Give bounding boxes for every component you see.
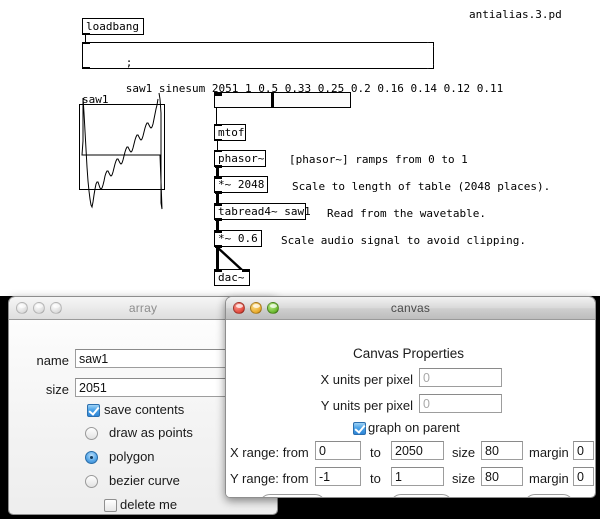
canvas-window-body: Canvas Properties X units per pixel 0 Y … — [226, 320, 595, 497]
message-inlet — [83, 42, 90, 44]
y-margin-label: margin — [529, 471, 569, 486]
canvas-properties-window[interactable]: canvas Canvas Properties X units per pix… — [225, 296, 596, 498]
minimize-button-icon[interactable] — [33, 302, 45, 314]
canvas-window-titlebar[interactable]: canvas — [226, 297, 595, 320]
close-button-icon[interactable] — [16, 302, 28, 314]
y-range-label: Y range: from — [230, 471, 309, 486]
x-units-per-pixel-input[interactable]: 0 — [419, 368, 502, 387]
save-contents-checkbox[interactable] — [87, 404, 100, 417]
graph-on-parent-checkbox[interactable] — [353, 422, 366, 435]
polygon-radio[interactable] — [85, 451, 98, 464]
polygon-label: polygon — [109, 449, 155, 464]
x-units-per-pixel-label: X units per pixel — [320, 372, 414, 387]
zoom-button-icon[interactable] — [267, 302, 279, 314]
phasor-inlet — [215, 150, 222, 152]
object-tabread4[interactable]: tabread4~ saw1 — [214, 203, 311, 220]
horizontal-slider-pitch[interactable] — [214, 92, 351, 108]
y-margin-input[interactable]: 0 — [573, 467, 594, 486]
draw-as-points-label: draw as points — [109, 425, 193, 440]
y-range-from-input[interactable]: -1 — [315, 467, 361, 486]
array-waveform-plot — [81, 92, 163, 210]
bezier-curve-radio[interactable] — [85, 475, 98, 488]
x-range-to-label: to — [370, 445, 381, 460]
comment-phasor-range: [phasor~] ramps from 0 to 1 — [289, 153, 468, 166]
screen: antialias.3.pd loadbang ; saw1 sinesum 2… — [0, 0, 600, 519]
canvas-window-traffic-lights[interactable] — [233, 302, 279, 314]
y-range-to-label: to — [370, 471, 381, 486]
object-loadbang[interactable]: loadbang — [82, 18, 144, 35]
cord-slider-to-mtof — [216, 108, 217, 125]
array-size-label: size — [45, 382, 69, 397]
graph-on-parent-label: graph on parent — [368, 420, 460, 435]
minimize-button-icon[interactable] — [250, 302, 262, 314]
bezier-curve-label: bezier curve — [109, 473, 180, 488]
delete-me-checkbox[interactable] — [104, 499, 117, 512]
mult2048-inlet — [215, 176, 222, 179]
array-window-traffic-lights[interactable] — [16, 302, 62, 314]
pd-patch-canvas[interactable]: antialias.3.pd loadbang ; saw1 sinesum 2… — [0, 0, 600, 296]
message-outlet — [83, 67, 90, 69]
message-box-sinesum[interactable]: ; saw1 sinesum 2051 1 0.5 0.33 0.25 0.2 … — [82, 42, 503, 95]
x-margin-label: margin — [529, 445, 569, 460]
array-name-label: name — [36, 353, 69, 368]
x-size-label: size — [452, 445, 476, 460]
object-multiply-2048[interactable]: *~ 2048 — [214, 176, 268, 193]
y-units-per-pixel-input[interactable]: 0 — [419, 394, 502, 413]
x-range-label: X range: from — [230, 445, 309, 460]
mult06-inlet — [215, 230, 222, 233]
dac-inlet-right — [242, 269, 249, 272]
mtof-inlet — [215, 124, 222, 126]
x-margin-input[interactable]: 0 — [573, 441, 594, 460]
delete-me-label: delete me — [120, 497, 178, 512]
draw-as-points-radio[interactable] — [85, 427, 98, 440]
canvas-cancel-button[interactable]: Cancel — [259, 494, 326, 497]
slider-inlet-nub — [215, 93, 222, 96]
comment-scale-audio: Scale audio signal to avoid clipping. — [281, 234, 527, 247]
array-window-title: array — [128, 301, 158, 315]
comment-read-wavetable: Read from the wavetable. — [327, 207, 486, 220]
close-button-icon[interactable] — [233, 302, 245, 314]
y-range-to-input[interactable]: 1 — [391, 467, 444, 486]
zoom-button-icon[interactable] — [50, 302, 62, 314]
canvas-window-title: canvas — [390, 301, 431, 315]
canvas-ok-button[interactable]: OK — [524, 494, 574, 497]
patch-filename-label: antialias.3.pd — [469, 8, 562, 21]
array-graph-saw1[interactable] — [79, 92, 165, 210]
canvas-apply-button[interactable]: Apply — [390, 494, 453, 497]
y-units-per-pixel-label: Y units per pixel — [320, 398, 413, 413]
message-line-1: ; — [125, 56, 133, 69]
x-range-to-input[interactable]: 2050 — [391, 441, 444, 460]
canvas-properties-heading: Canvas Properties — [353, 346, 465, 361]
tabread-inlet — [215, 203, 222, 206]
x-size-input[interactable]: 80 — [481, 441, 523, 460]
x-range-from-input[interactable]: 0 — [315, 441, 361, 460]
save-contents-label: save contents — [104, 402, 185, 417]
dac-inlet-left — [215, 269, 222, 272]
comment-scale-table: Scale to length of table (2048 places). — [292, 180, 551, 193]
y-size-input[interactable]: 80 — [481, 467, 523, 486]
slider-knob[interactable] — [271, 93, 274, 107]
y-size-label: size — [452, 471, 476, 486]
